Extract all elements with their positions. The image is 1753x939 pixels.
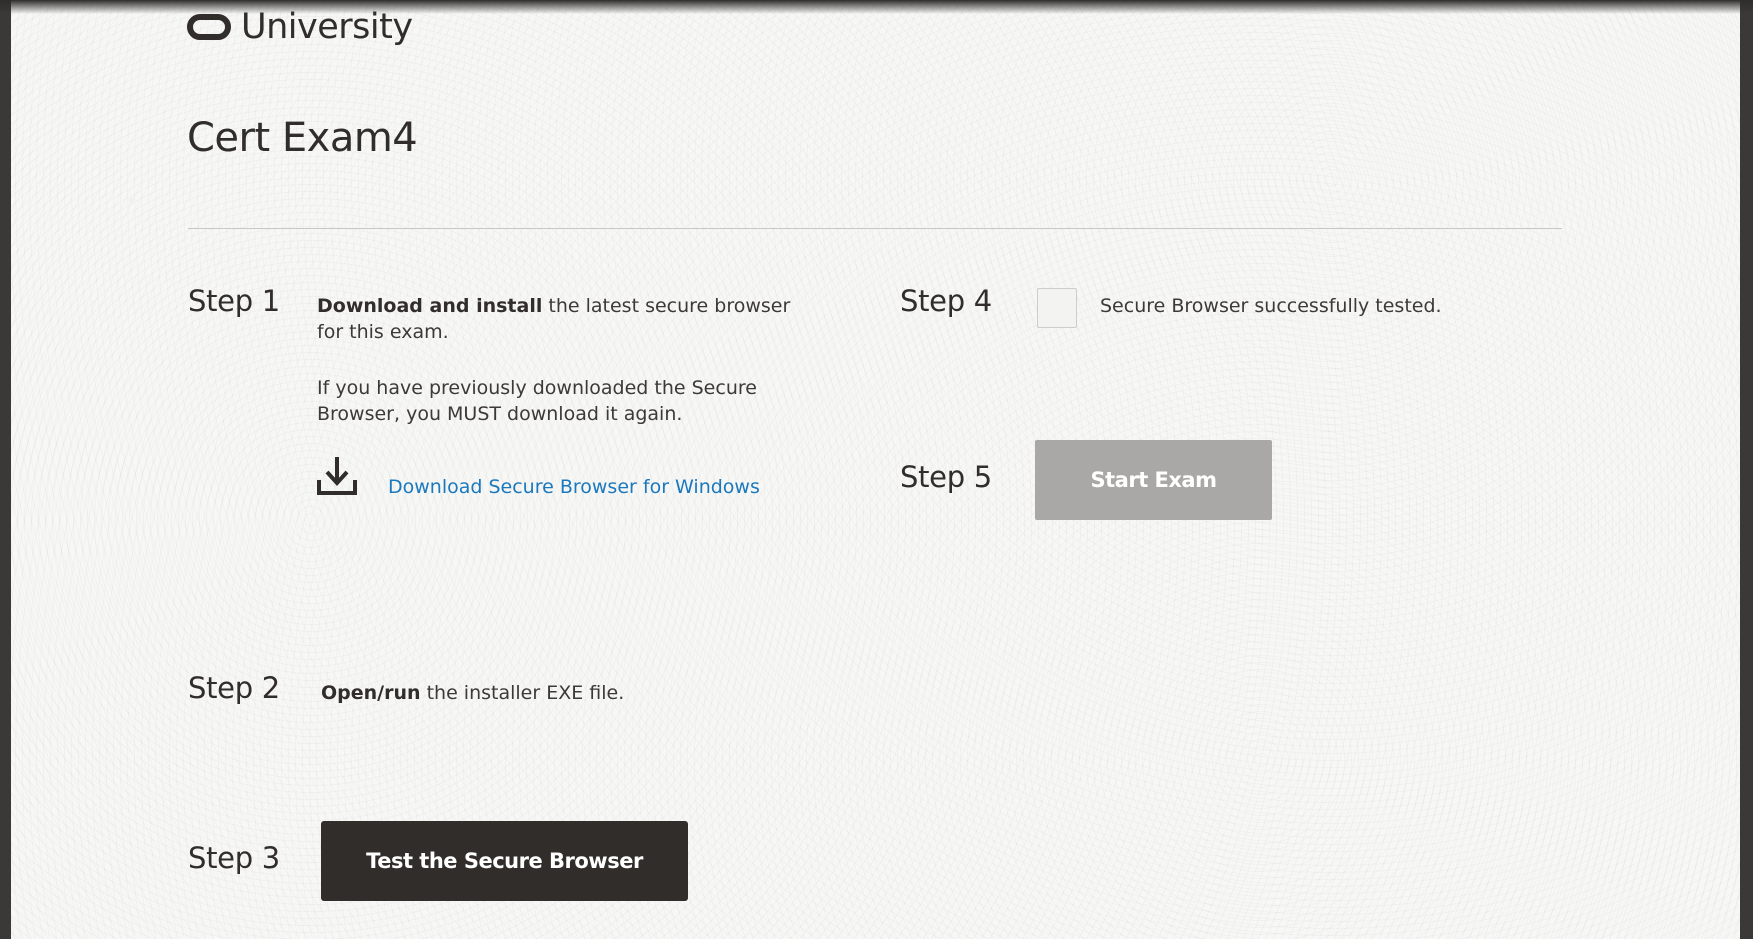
step-1-label: Step 1 <box>188 284 280 318</box>
step-1-instruction: Download and install the latest secure b… <box>317 293 817 345</box>
background-window-strip-right <box>1740 0 1753 939</box>
step-4-label: Step 4 <box>900 284 992 318</box>
test-secure-browser-button[interactable]: Test the Secure Browser <box>321 821 688 901</box>
step-1-note: If you have previously downloaded the Se… <box>317 377 757 425</box>
step-3-label: Step 3 <box>188 841 280 875</box>
window-top-shadow <box>0 0 1753 14</box>
secure-browser-tested-checkbox[interactable] <box>1037 288 1077 328</box>
title-divider <box>188 228 1562 229</box>
page-title: Cert Exam4 <box>187 115 418 161</box>
step-2-instruction: Open/run the installer EXE file. <box>321 680 624 706</box>
step-1-bold: Download and install <box>317 295 543 317</box>
step-2-text: the installer EXE file. <box>420 682 625 704</box>
download-icon[interactable] <box>316 455 358 497</box>
exam-page: University Cert Exam4 Step 1 Download an… <box>11 0 1740 939</box>
start-exam-button[interactable]: Start Exam <box>1035 440 1272 520</box>
step-2-label: Step 2 <box>188 671 280 705</box>
checkbox-label: Secure Browser successfully tested. <box>1100 295 1442 317</box>
step-2-bold: Open/run <box>321 682 421 704</box>
download-secure-browser-link[interactable]: Download Secure Browser for Windows <box>388 476 760 498</box>
background-window-strip-left <box>0 0 11 939</box>
step-5-label: Step 5 <box>900 460 992 494</box>
oracle-logo-icon <box>187 14 231 40</box>
